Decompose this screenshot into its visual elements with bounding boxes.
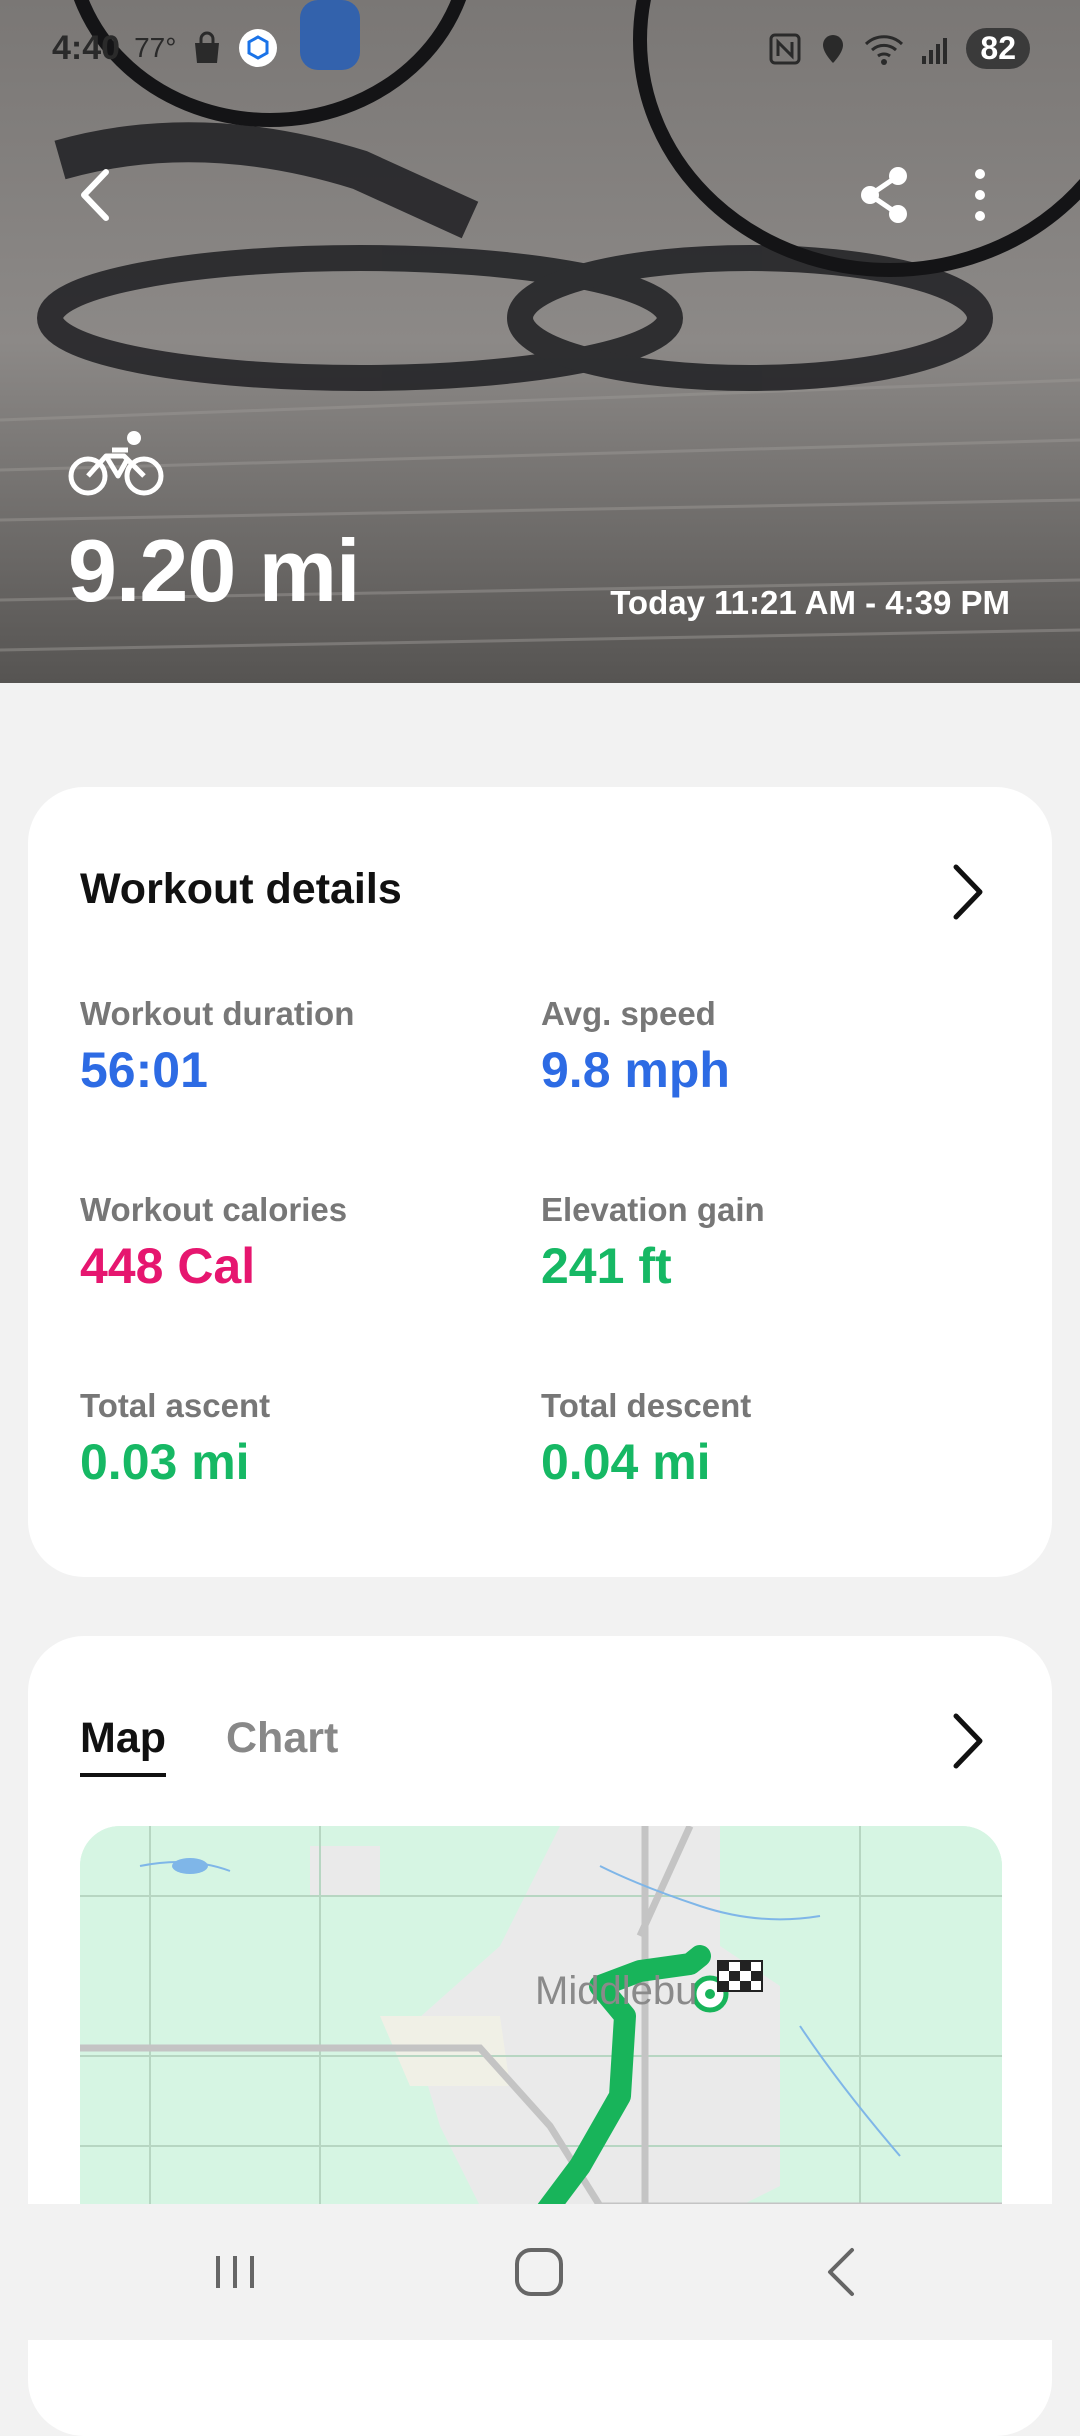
- metric-total-descent: Total descent 0.04 mi: [541, 1387, 981, 1491]
- metric-value: 241 ft: [541, 1238, 672, 1294]
- back-nav-icon[interactable]: [808, 2242, 878, 2302]
- metric-workout-calories: Workout calories 448 Cal: [80, 1191, 520, 1295]
- map-canvas: Middlebu: [80, 1826, 1002, 2246]
- status-time: 4:40: [52, 28, 121, 67]
- metric-label: Elevation gain: [541, 1191, 765, 1228]
- chevron-right-icon[interactable]: [942, 1706, 992, 1776]
- status-bar: 4:40 77° 82: [0, 0, 1080, 100]
- shopping-bag-icon: [195, 31, 220, 63]
- map-town-label: Middlebu: [535, 1969, 697, 2013]
- workout-distance: 9.20 mi: [68, 521, 360, 620]
- metric-value: 0.03 mi: [80, 1434, 250, 1490]
- wifi-icon: [865, 34, 904, 65]
- recent-apps-icon[interactable]: [200, 2242, 270, 2302]
- battery-indicator: 82: [966, 28, 1030, 69]
- chevron-right-icon[interactable]: [942, 857, 992, 927]
- metric-value: 0.04 mi: [541, 1434, 711, 1490]
- metric-elevation-gain: Elevation gain 241 ft: [541, 1191, 981, 1295]
- workout-time-range: Today 11:21 AM - 4:39 PM: [610, 584, 1010, 621]
- metric-value: 448 Cal: [80, 1238, 256, 1294]
- route-map[interactable]: Middlebu: [80, 1826, 1002, 2246]
- share-icon[interactable]: [850, 160, 920, 230]
- metric-total-ascent: Total ascent 0.03 mi: [80, 1387, 520, 1491]
- location-icon: [823, 34, 844, 63]
- finish-flag-icon: [717, 1960, 763, 1992]
- app-notification-icon: [239, 29, 278, 67]
- tab-map[interactable]: Map: [80, 1714, 166, 1777]
- metric-value: 56:01: [80, 1042, 208, 1098]
- hero-header: 4:40 77° 82 9.20 mi Today 11:21 AM - 4:3…: [0, 0, 1080, 683]
- route-tabs: Map Chart: [80, 1714, 338, 1777]
- metric-label: Workout calories: [80, 1191, 348, 1228]
- workout-details-card[interactable]: Workout details Workout duration 56:01 A…: [28, 787, 1052, 1577]
- tab-chart[interactable]: Chart: [226, 1714, 338, 1777]
- metric-label: Avg. speed: [541, 995, 716, 1032]
- metric-workout-duration: Workout duration 56:01: [80, 995, 520, 1099]
- cycling-icon: [68, 431, 164, 496]
- home-icon[interactable]: [503, 2242, 573, 2302]
- card-title: Workout details: [80, 865, 402, 913]
- metric-avg-speed: Avg. speed 9.8 mph: [541, 995, 981, 1099]
- metric-label: Total descent: [541, 1387, 752, 1424]
- nfc-icon: [769, 33, 801, 64]
- status-temperature: 77°: [134, 32, 177, 63]
- metric-label: Workout duration: [80, 995, 355, 1032]
- metric-label: Total ascent: [80, 1387, 271, 1424]
- more-options-icon[interactable]: [945, 160, 1015, 230]
- signal-icon: [922, 37, 948, 64]
- back-arrow-icon[interactable]: [64, 160, 134, 230]
- system-nav-bar: [0, 2204, 1080, 2340]
- metric-value: 9.8 mph: [541, 1042, 730, 1098]
